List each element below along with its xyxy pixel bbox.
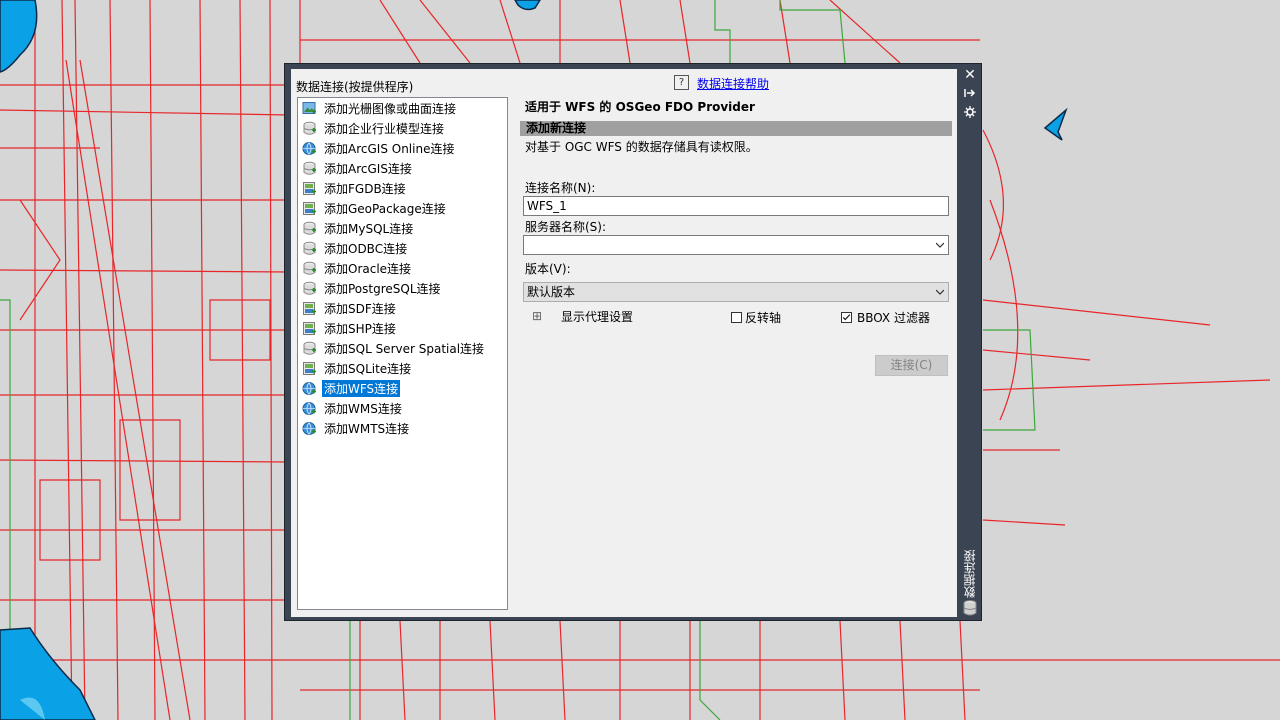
database-icon (302, 241, 317, 256)
invert-axis-label: 反转轴 (745, 311, 782, 325)
provider-item[interactable]: 添加光栅图像或曲面连接 (302, 99, 458, 117)
provider-label: 添加WMTS连接 (324, 421, 410, 436)
provider-label: 添加ArcGIS Online连接 (324, 141, 455, 156)
version-value: 默认版本 (527, 285, 576, 299)
provider-label: 添加Oracle连接 (324, 261, 412, 276)
provider-item[interactable]: 添加ArcGIS Online连接 (302, 139, 456, 157)
database-icon (302, 221, 317, 236)
provider-item[interactable]: 添加WMS连接 (302, 399, 404, 417)
version-label: 版本(V): (525, 262, 571, 276)
provider-item[interactable]: 添加SDF连接 (302, 299, 398, 317)
proxy-settings-label[interactable]: 显示代理设置 (561, 308, 633, 325)
autohide-icon[interactable] (962, 85, 978, 101)
provider-item[interactable]: 添加PostgreSQL连接 (302, 279, 443, 297)
chevron-down-icon (936, 289, 944, 295)
palette-titlebar[interactable]: ✕ 数据连接 (958, 64, 982, 620)
provider-label: 添加企业行业模型连接 (324, 121, 445, 136)
help-icon[interactable]: ? (674, 75, 689, 90)
provider-item[interactable]: 添加WMTS连接 (302, 419, 411, 437)
provider-title: 适用于 WFS 的 OSGeo FDO Provider (525, 100, 755, 114)
provider-item[interactable]: 添加MySQL连接 (302, 219, 415, 237)
check-icon (842, 314, 851, 321)
provider-label: 添加光栅图像或曲面连接 (324, 101, 457, 116)
data-connect-help-link[interactable]: 数据连接帮助 (697, 75, 769, 92)
globe-icon (302, 381, 317, 396)
version-select[interactable]: 默认版本 (523, 282, 949, 302)
provider-label: 添加WFS连接 (322, 379, 401, 397)
bbox-filter-checkbox[interactable] (841, 312, 852, 323)
connection-name-label: 连接名称(N): (525, 181, 596, 195)
database-icon (302, 281, 317, 296)
section-title-bar: 添加新连接 (520, 121, 952, 136)
raster-icon (302, 101, 317, 116)
provider-label: 添加SHP连接 (324, 321, 396, 336)
database-icon (302, 341, 317, 356)
provider-label: 添加SQLite连接 (324, 361, 412, 376)
globe-icon (302, 141, 317, 156)
provider-label: 添加ODBC连接 (324, 241, 408, 256)
database-icon (302, 261, 317, 276)
provider-item[interactable]: 添加SHP连接 (302, 319, 398, 337)
provider-list-header: 数据连接(按提供程序) (296, 80, 414, 94)
invert-axis-checkbox[interactable] (731, 312, 742, 323)
file-data-icon (302, 181, 317, 196)
data-connect-palette: 数据连接(按提供程序) 添加光栅图像或曲面连接 添加企业行业模型连接 添加ArcGI… (284, 63, 982, 621)
file-data-icon (302, 301, 317, 316)
database-icon (963, 600, 977, 616)
chevron-down-icon (936, 242, 944, 248)
provider-item[interactable]: 添加SQLite连接 (302, 359, 413, 377)
provider-label: 添加WMS连接 (324, 401, 402, 416)
palette-content: 数据连接(按提供程序) 添加光栅图像或曲面连接 添加企业行业模型连接 添加ArcGI… (291, 69, 957, 617)
connect-button[interactable]: 连接(C) (875, 355, 948, 376)
proxy-expand-icon[interactable]: ⊞ (532, 309, 542, 323)
database-icon (302, 161, 317, 176)
provider-item[interactable]: 添加WFS连接 (302, 379, 401, 397)
provider-item[interactable]: 添加FGDB连接 (302, 179, 408, 197)
file-data-icon (302, 361, 317, 376)
file-data-icon (302, 201, 317, 216)
provider-item[interactable]: 添加Oracle连接 (302, 259, 413, 277)
server-name-label: 服务器名称(S): (525, 220, 607, 234)
provider-description: 对基于 OGC WFS 的数据存储具有读权限。 (525, 140, 758, 154)
provider-label: 添加GeoPackage连接 (324, 201, 446, 216)
server-name-combo[interactable] (523, 235, 949, 255)
provider-label: 添加PostgreSQL连接 (324, 281, 441, 296)
provider-item[interactable]: 添加企业行业模型连接 (302, 119, 446, 137)
file-data-icon (302, 321, 317, 336)
provider-item[interactable]: 添加SQL Server Spatial连接 (302, 339, 486, 357)
provider-item[interactable]: 添加ArcGIS连接 (302, 159, 414, 177)
provider-item[interactable]: 添加ODBC连接 (302, 239, 409, 257)
palette-vertical-title: 数据连接 (963, 550, 977, 598)
provider-label: 添加SDF连接 (324, 301, 396, 316)
globe-icon (302, 401, 317, 416)
provider-label: 添加FGDB连接 (324, 181, 406, 196)
provider-label: 添加ArcGIS连接 (324, 161, 412, 176)
close-icon[interactable]: ✕ (962, 67, 978, 83)
provider-item[interactable]: 添加GeoPackage连接 (302, 199, 448, 217)
bbox-filter-label: BBOX 过滤器 (857, 311, 930, 325)
provider-list[interactable]: 添加光栅图像或曲面连接 添加企业行业模型连接 添加ArcGIS Online连接 添加… (297, 97, 508, 610)
provider-label: 添加MySQL连接 (324, 221, 414, 236)
globe-icon (302, 421, 317, 436)
connection-name-field[interactable]: WFS_1 (523, 196, 949, 216)
database-icon (302, 121, 317, 136)
provider-label: 添加SQL Server Spatial连接 (324, 341, 485, 356)
properties-icon[interactable] (962, 104, 978, 120)
